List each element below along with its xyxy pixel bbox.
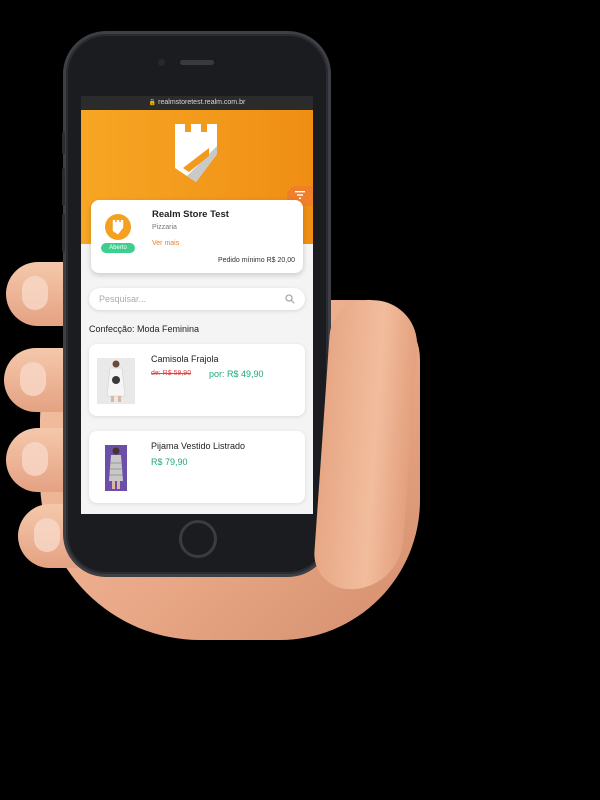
phone-volume-down [62,214,65,252]
category-section-title: Confecção: Moda Feminina [89,324,200,334]
store-category: Pizzaria [152,224,177,231]
product-old-price: de: R$ 59,90 [151,370,192,377]
phone-camera [158,59,165,66]
phone-mute-switch [62,132,65,154]
product-image[interactable] [97,358,135,404]
phone-speaker [180,60,214,65]
url-text: realmstoretest.realm.com.br [158,99,246,106]
phone-device: 🔒 realmstoretest.realm.com.br Aberto Rea… [62,34,328,574]
product-image[interactable] [97,445,135,491]
store-avatar [105,214,131,240]
search-input[interactable]: Pesquisar... [89,288,305,310]
phone-home-button[interactable] [179,520,217,558]
search-icon[interactable] [285,294,295,304]
minimum-order: Pedido mínimo R$ 20,00 [217,257,295,264]
product-name: Camisola Frajola [151,354,219,364]
store-status-badge: Aberto [101,243,135,253]
phone-volume-up [62,168,65,206]
nightgown-image [97,358,135,404]
lock-icon: 🔒 [148,100,157,106]
product-card[interactable]: Camisola Frajola de: R$ 59,90 por: R$ 49… [89,344,305,416]
pajama-dress-image [105,445,127,491]
product-price: R$ 79,90 [151,457,188,467]
phone-screen: 🔒 realmstoretest.realm.com.br Aberto Rea… [81,96,313,514]
product-name: Pijama Vestido Listrado [151,441,246,451]
browser-url-bar[interactable]: 🔒 realmstoretest.realm.com.br [81,96,313,110]
product-card[interactable]: Pijama Vestido Listrado R$ 79,90 [89,431,305,503]
store-info-card: Aberto Realm Store Test Pizzaria Ver mai… [91,200,303,273]
see-more-link[interactable]: Ver mais [152,240,179,247]
product-price: por: R$ 49,90 [209,369,264,379]
search-placeholder: Pesquisar... [99,294,147,304]
castle-logo-icon [112,219,124,234]
store-name: Realm Store Test [152,209,229,220]
filter-icon [295,191,305,200]
castle-logo-icon [175,124,217,182]
